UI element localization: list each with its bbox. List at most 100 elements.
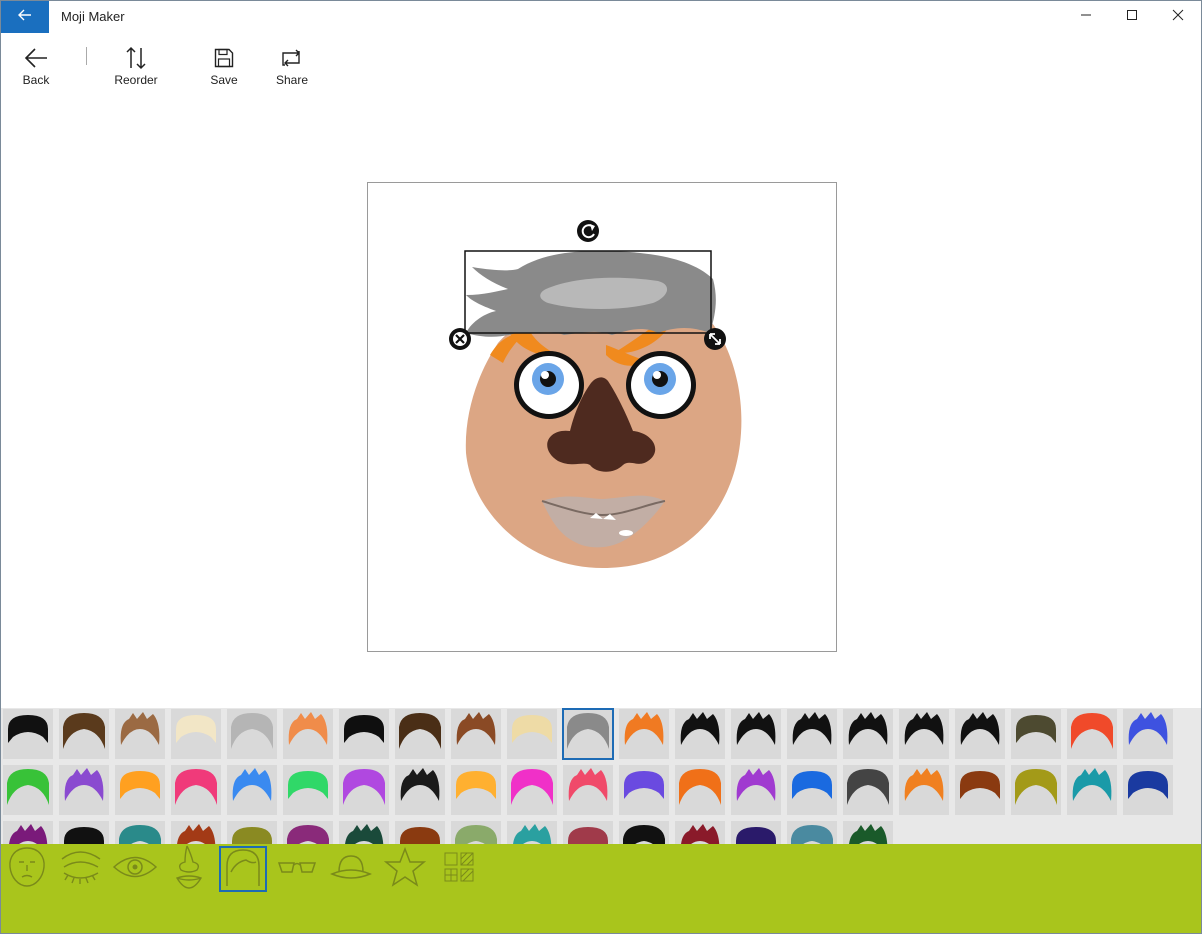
hair-option[interactable] [3, 765, 53, 815]
hair-swatch [1072, 768, 1112, 801]
hair-option[interactable] [1123, 709, 1173, 759]
category-stickers[interactable] [381, 846, 429, 892]
hair-option[interactable] [731, 765, 781, 815]
category-eyes[interactable] [111, 846, 159, 892]
hair-option[interactable] [955, 709, 1005, 759]
hair-option[interactable] [563, 765, 613, 815]
reorder-button[interactable]: Reorder [101, 45, 171, 93]
hair-option[interactable] [843, 709, 893, 759]
back-button[interactable]: Back [1, 45, 71, 93]
hair-swatch [288, 771, 328, 799]
hair-option[interactable] [339, 765, 389, 815]
hair-swatch [1071, 713, 1113, 749]
hair-option[interactable] [1123, 765, 1173, 815]
hair-swatch [399, 713, 441, 749]
hair-style-picker[interactable] [1, 708, 1201, 844]
star-icon [383, 846, 427, 892]
hair-option[interactable] [843, 821, 893, 844]
hair-option[interactable] [787, 765, 837, 815]
hair-option[interactable] [451, 765, 501, 815]
hair-swatch [343, 769, 385, 805]
hair-option[interactable] [1067, 709, 1117, 759]
hair-option[interactable] [451, 821, 501, 844]
hair-option[interactable] [563, 821, 613, 844]
floppy-disk-icon [189, 45, 259, 71]
hair-option[interactable] [115, 821, 165, 844]
hair-option[interactable] [171, 821, 221, 844]
hair-option[interactable] [619, 765, 669, 815]
category-hats[interactable] [327, 846, 375, 892]
hair-swatch [232, 768, 272, 801]
hair-option[interactable] [899, 765, 949, 815]
share-button[interactable]: Share [257, 45, 327, 93]
minimize-button[interactable] [1063, 1, 1109, 33]
hair-option[interactable] [675, 765, 725, 815]
hair-option[interactable] [507, 709, 557, 759]
hair-option[interactable] [227, 821, 277, 844]
hair-option[interactable] [1011, 709, 1061, 759]
maximize-button[interactable] [1109, 1, 1155, 33]
rotate-handle-icon[interactable] [577, 220, 599, 242]
hair-option[interactable] [59, 709, 109, 759]
maximize-icon [1126, 8, 1138, 26]
hair-option[interactable] [339, 709, 389, 759]
hair-option[interactable] [395, 709, 445, 759]
hair-option[interactable] [1011, 765, 1061, 815]
hair-option[interactable] [115, 709, 165, 759]
category-glasses[interactable] [273, 846, 321, 892]
category-hair[interactable] [219, 846, 267, 892]
hair-option[interactable] [731, 709, 781, 759]
hair-swatch [512, 715, 552, 743]
close-button[interactable] [1155, 1, 1201, 33]
hair-option[interactable] [675, 709, 725, 759]
category-patterns[interactable] [435, 846, 483, 892]
hair-option[interactable] [59, 821, 109, 844]
close-icon [1172, 8, 1184, 26]
hair-swatch [960, 771, 1000, 799]
category-bar [1, 844, 1201, 933]
hair-swatch [736, 712, 776, 745]
emoji-canvas[interactable] [367, 182, 837, 652]
hair-swatch [7, 769, 49, 805]
hair-option[interactable] [3, 821, 53, 844]
hair-option[interactable] [843, 765, 893, 815]
hair-option[interactable] [451, 709, 501, 759]
hair-option[interactable] [171, 765, 221, 815]
hair-option[interactable] [283, 709, 333, 759]
hair-option[interactable] [115, 765, 165, 815]
hair-option[interactable] [507, 765, 557, 815]
hair-option[interactable] [675, 821, 725, 844]
hair-swatch [1128, 771, 1168, 799]
hair-option[interactable] [562, 708, 614, 760]
category-eyebrows[interactable] [57, 846, 105, 892]
hair-option[interactable] [619, 709, 669, 759]
hair-option[interactable] [395, 765, 445, 815]
hair-option[interactable] [899, 709, 949, 759]
hair-option[interactable] [731, 821, 781, 844]
hair-option[interactable] [1067, 765, 1117, 815]
hair-option[interactable] [227, 709, 277, 759]
hair-option[interactable] [787, 821, 837, 844]
hair-option[interactable] [955, 765, 1005, 815]
category-nose-mouth[interactable] [165, 845, 213, 892]
title-back-button[interactable] [1, 1, 49, 33]
hair-option[interactable] [339, 821, 389, 844]
category-face[interactable] [3, 846, 51, 892]
hair-option[interactable] [787, 709, 837, 759]
delete-handle-icon[interactable] [449, 328, 471, 350]
hair-option[interactable] [507, 821, 557, 844]
hat-icon [329, 852, 373, 887]
hair-option[interactable] [171, 709, 221, 759]
hair-option[interactable] [619, 821, 669, 844]
hair-option[interactable] [283, 765, 333, 815]
hair-option[interactable] [283, 821, 333, 844]
hair-option[interactable] [395, 821, 445, 844]
hair-option[interactable] [3, 709, 53, 759]
hair-swatch [456, 771, 496, 799]
save-button[interactable]: Save [189, 45, 259, 93]
hair-swatch [344, 715, 384, 743]
resize-handle-icon[interactable] [704, 328, 726, 350]
hair-option[interactable] [59, 765, 109, 815]
hair-swatch [175, 769, 217, 805]
hair-option[interactable] [227, 765, 277, 815]
